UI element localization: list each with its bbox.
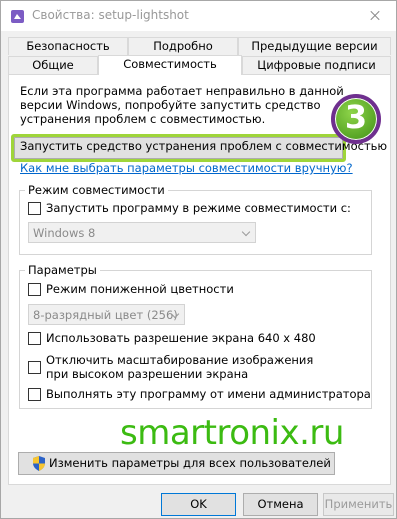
reduced-color-label: Режим пониженной цветности — [46, 282, 234, 296]
tab-security[interactable]: Безопасность — [8, 37, 128, 55]
manual-settings-link[interactable]: Как мне выбрать параметры совместимости … — [20, 161, 353, 175]
tab-compatibility[interactable]: Совместимость — [98, 55, 242, 75]
intro-text: Если эта программа работает неправильно … — [20, 84, 344, 126]
app-icon — [11, 10, 24, 23]
tab-previous-versions[interactable]: Предыдущие версии — [238, 37, 391, 55]
compat-mode-checkbox[interactable] — [28, 202, 41, 215]
res640-label: Использовать разрешение экрана 640 x 480 — [46, 331, 316, 345]
tab-digital-signatures[interactable]: Цифровые подписи — [242, 56, 391, 74]
step-number: 3 — [344, 98, 368, 136]
shield-icon — [33, 456, 45, 471]
color-depth-value: 8-разрядный цвет (256) — [33, 308, 178, 322]
run-troubleshooter-label: Запустить средство устранения проблем с … — [20, 139, 388, 153]
color-depth-select[interactable]: 8-разрядный цвет (256) — [28, 304, 185, 325]
reduced-color-row[interactable]: Режим пониженной цветности — [28, 282, 234, 296]
properties-window: Свойства: setup-lightshot Безопасность П… — [0, 0, 397, 519]
window-title: Свойства: setup-lightshot — [32, 8, 189, 22]
dpi-label: Отключить масштабирование изображения пр… — [46, 353, 314, 381]
cancel-button[interactable]: Отмена — [243, 493, 318, 516]
admin-row[interactable]: Выполнять эту программу от имени админис… — [28, 387, 371, 401]
os-select-value: Windows 8 — [33, 226, 96, 240]
chevron-down-icon — [241, 227, 251, 237]
admin-checkbox[interactable] — [28, 388, 41, 401]
watermark: smartronix.ru — [120, 413, 344, 453]
reduced-color-checkbox[interactable] — [28, 283, 41, 296]
dpi-row[interactable]: Отключить масштабирование изображения пр… — [28, 353, 326, 381]
res640-row[interactable]: Использовать разрешение экрана 640 x 480 — [28, 331, 316, 345]
compat-mode-row[interactable]: Запустить программу в режиме совместимос… — [28, 201, 351, 215]
dpi-checkbox[interactable] — [28, 361, 41, 374]
admin-label: Выполнять эту программу от имени админис… — [46, 387, 371, 401]
compat-mode-title: Режим совместимости — [25, 183, 168, 197]
close-button[interactable] — [352, 1, 396, 31]
tab-details[interactable]: Подробно — [128, 37, 238, 55]
tab-general[interactable]: Общие — [8, 56, 98, 74]
res640-checkbox[interactable] — [28, 332, 41, 345]
change-all-users-label: Изменить параметры для всех пользователе… — [49, 456, 331, 470]
os-select[interactable]: Windows 8 — [28, 222, 256, 243]
compat-mode-label: Запустить программу в режиме совместимос… — [46, 201, 351, 215]
settings-title: Параметры — [25, 263, 100, 277]
apply-button[interactable]: Применить — [323, 493, 394, 516]
title-bar[interactable]: Свойства: setup-lightshot — [1, 1, 396, 31]
ok-button[interactable]: OK — [161, 493, 236, 516]
